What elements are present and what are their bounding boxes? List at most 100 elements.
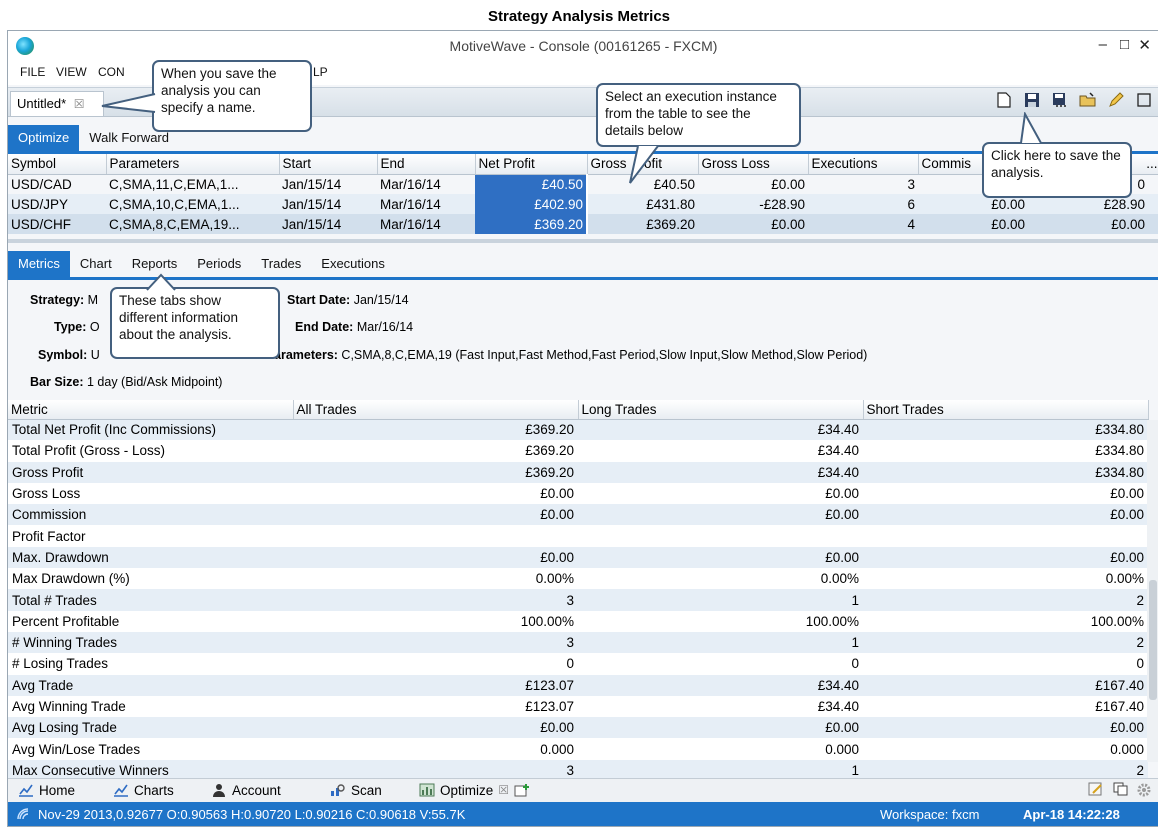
table-row[interactable]: Avg Losing Trade £0.00 £0.00 £0.00 — [8, 717, 1148, 739]
table-row[interactable]: Max Drawdown (%) 0.00% 0.00% 0.00% — [8, 568, 1148, 590]
cell-net-profit: £369.20 — [475, 214, 588, 234]
save-as-icon[interactable] — [1051, 91, 1069, 109]
symbol-value: U — [90, 348, 100, 362]
new-doc-icon[interactable] — [995, 91, 1013, 109]
table-row[interactable]: Total Net Profit (Inc Commissions) £369.2… — [8, 419, 1148, 441]
cell-short-trades: 0 — [863, 653, 1148, 675]
minimize-button[interactable]: – — [1099, 36, 1107, 53]
tab-executions[interactable]: Executions — [311, 251, 395, 279]
open-folder-icon[interactable] — [1079, 91, 1097, 109]
cell-all-trades: £0.00 — [293, 546, 578, 569]
cell-all-trades: £123.07 — [293, 695, 578, 718]
dock-optimize-label: Optimize — [440, 782, 494, 798]
new-tab-icon[interactable] — [514, 782, 530, 798]
dock-home-label: Home — [39, 782, 76, 798]
close-tab-icon[interactable]: ☒ — [74, 97, 85, 111]
tab-optimize[interactable]: Optimize — [8, 125, 80, 151]
tab-periods[interactable]: Periods — [187, 251, 251, 279]
cell-metric: Commission — [8, 504, 293, 526]
dock-scan[interactable]: Scan — [330, 782, 382, 798]
cell-parameters: C,SMA,11,C,EMA,1... — [109, 176, 239, 192]
table-row[interactable]: Commission £0.00 £0.00 £0.00 — [8, 504, 1148, 526]
cell-parameters: C,SMA,10,C,EMA,1... — [106, 194, 279, 214]
menu-file[interactable]: FILE — [20, 65, 45, 79]
table-row[interactable]: # Losing Trades 0 0 0 — [8, 653, 1148, 675]
table-row[interactable]: Profit Factor — [8, 525, 1148, 547]
info-strategy: Strategy: M — [30, 293, 98, 307]
menu-con[interactable]: CON — [98, 65, 125, 79]
save-icon[interactable] — [1023, 91, 1041, 109]
start-date-value: Jan/15/14 — [353, 293, 409, 307]
table-row[interactable]: Avg Win/Lose Trades 0.000 0.000 0.000 — [8, 738, 1148, 760]
table-row[interactable]: Gross Loss £0.00 £0.00 £0.00 — [8, 482, 1148, 505]
splitter[interactable] — [8, 239, 1158, 243]
table-row[interactable]: # Winning Trades 3 1 2 — [8, 631, 1148, 654]
maximize-button[interactable]: □ — [1120, 36, 1129, 53]
col-symbol[interactable]: Symbol — [8, 154, 107, 175]
cell-gross-loss: -£28.90 — [698, 194, 808, 214]
col-all-trades[interactable]: All Trades — [293, 400, 579, 420]
col-parameters[interactable]: Parameters — [106, 154, 280, 175]
col-gross-loss[interactable]: Gross Loss — [698, 154, 809, 175]
close-tab-icon[interactable]: ☒ — [498, 783, 509, 797]
col-short-trades[interactable]: Short Trades — [863, 400, 1149, 420]
cell-metric: Profit Factor — [8, 525, 293, 547]
close-button[interactable]: ✕ — [1138, 36, 1151, 54]
table-row[interactable]: Avg Winning Trade £123.07 £34.40 £167.40 — [8, 695, 1148, 718]
callout-save-click: Click here to save the analysis. — [982, 142, 1132, 198]
settings-gear-icon[interactable] — [1136, 782, 1152, 798]
col-net-profit[interactable]: Net Profit — [475, 154, 588, 175]
menu-help[interactable]: LP — [313, 65, 328, 79]
info-end-date: End Date: Mar/16/14 — [295, 320, 413, 334]
col-executions[interactable]: Executions — [808, 154, 919, 175]
info-symbol: Symbol: U — [38, 348, 100, 362]
tab-chart[interactable]: Chart — [70, 251, 122, 279]
table-row[interactable]: Percent Profitable 100.00% 100.00% 100.00% — [8, 610, 1148, 632]
strategy-label: Strategy: — [30, 293, 85, 307]
cell-metric: # Losing Trades — [8, 653, 293, 675]
cell-metric: Total Profit (Gross - Loss) — [8, 440, 293, 462]
restore-icon[interactable] — [1135, 91, 1153, 109]
tab-metrics[interactable]: Metrics — [8, 251, 70, 279]
info-type: Type: O — [54, 320, 100, 334]
menu-view[interactable]: VIEW — [56, 65, 87, 79]
cell-last: £0.00 — [1028, 214, 1158, 234]
cell-all-trades: 0 — [293, 653, 578, 675]
table-row[interactable]: Max. Drawdown £0.00 £0.00 £0.00 — [8, 546, 1148, 569]
callout-pointer — [146, 273, 176, 291]
doc-tab-untitled[interactable]: Untitled* ☒ — [10, 91, 104, 116]
table-row[interactable]: Total Profit (Gross - Loss) £369.20 £34.40… — [8, 440, 1148, 462]
cell-long-trades: £0.00 — [578, 504, 863, 526]
callout-save-name: When you save the analysis you can speci… — [152, 60, 312, 132]
dock-charts[interactable]: Charts — [113, 782, 174, 798]
parameters-value: C,SMA,8,C,EMA,19 (Fast Input,Fast Method… — [341, 348, 868, 362]
table-row[interactable]: Total # Trades 3 1 2 — [8, 589, 1148, 611]
table-row[interactable]: Gross Profit £369.20 £34.40 £334.80 — [8, 461, 1148, 483]
col-start[interactable]: Start — [279, 154, 378, 175]
dock-home[interactable]: Home — [18, 782, 75, 798]
document-title: Strategy Analysis Metrics — [487, 8, 671, 25]
cell-all-trades — [293, 525, 578, 547]
dock-scan-label: Scan — [351, 782, 382, 798]
vertical-scrollbar[interactable] — [1147, 420, 1158, 762]
scrollbar-thumb[interactable] — [1149, 580, 1157, 700]
dock-optimize[interactable]: Optimize ☒ — [419, 782, 530, 798]
cell-end: Mar/16/14 — [380, 176, 441, 192]
cell-long-trades: £34.40 — [578, 461, 863, 483]
metrics-table: Metric All Trades Long Trades Short Trad… — [8, 400, 1149, 782]
cell-short-trades: £0.00 — [863, 546, 1148, 569]
cell-all-trades: £0.00 — [293, 482, 578, 505]
dock-account[interactable]: Account — [211, 782, 281, 798]
cell-all-trades: 3 — [293, 589, 578, 611]
col-metric[interactable]: Metric — [8, 400, 294, 420]
col-end[interactable]: End — [377, 154, 476, 175]
cell-long-trades: 1 — [578, 631, 863, 654]
notes-icon[interactable] — [1088, 782, 1104, 796]
table-row-selected[interactable]: USD/CHF C,SMA,8,C,EMA,19... Jan/15/14 Ma… — [8, 214, 1158, 234]
copy-icon[interactable] — [1113, 782, 1129, 796]
table-row[interactable]: Avg Trade £123.07 £34.40 £167.40 — [8, 674, 1148, 696]
home-chart-icon — [18, 782, 34, 798]
tab-trades[interactable]: Trades — [251, 251, 311, 279]
col-long-trades[interactable]: Long Trades — [578, 400, 864, 420]
edit-pencil-icon[interactable] — [1107, 91, 1125, 109]
